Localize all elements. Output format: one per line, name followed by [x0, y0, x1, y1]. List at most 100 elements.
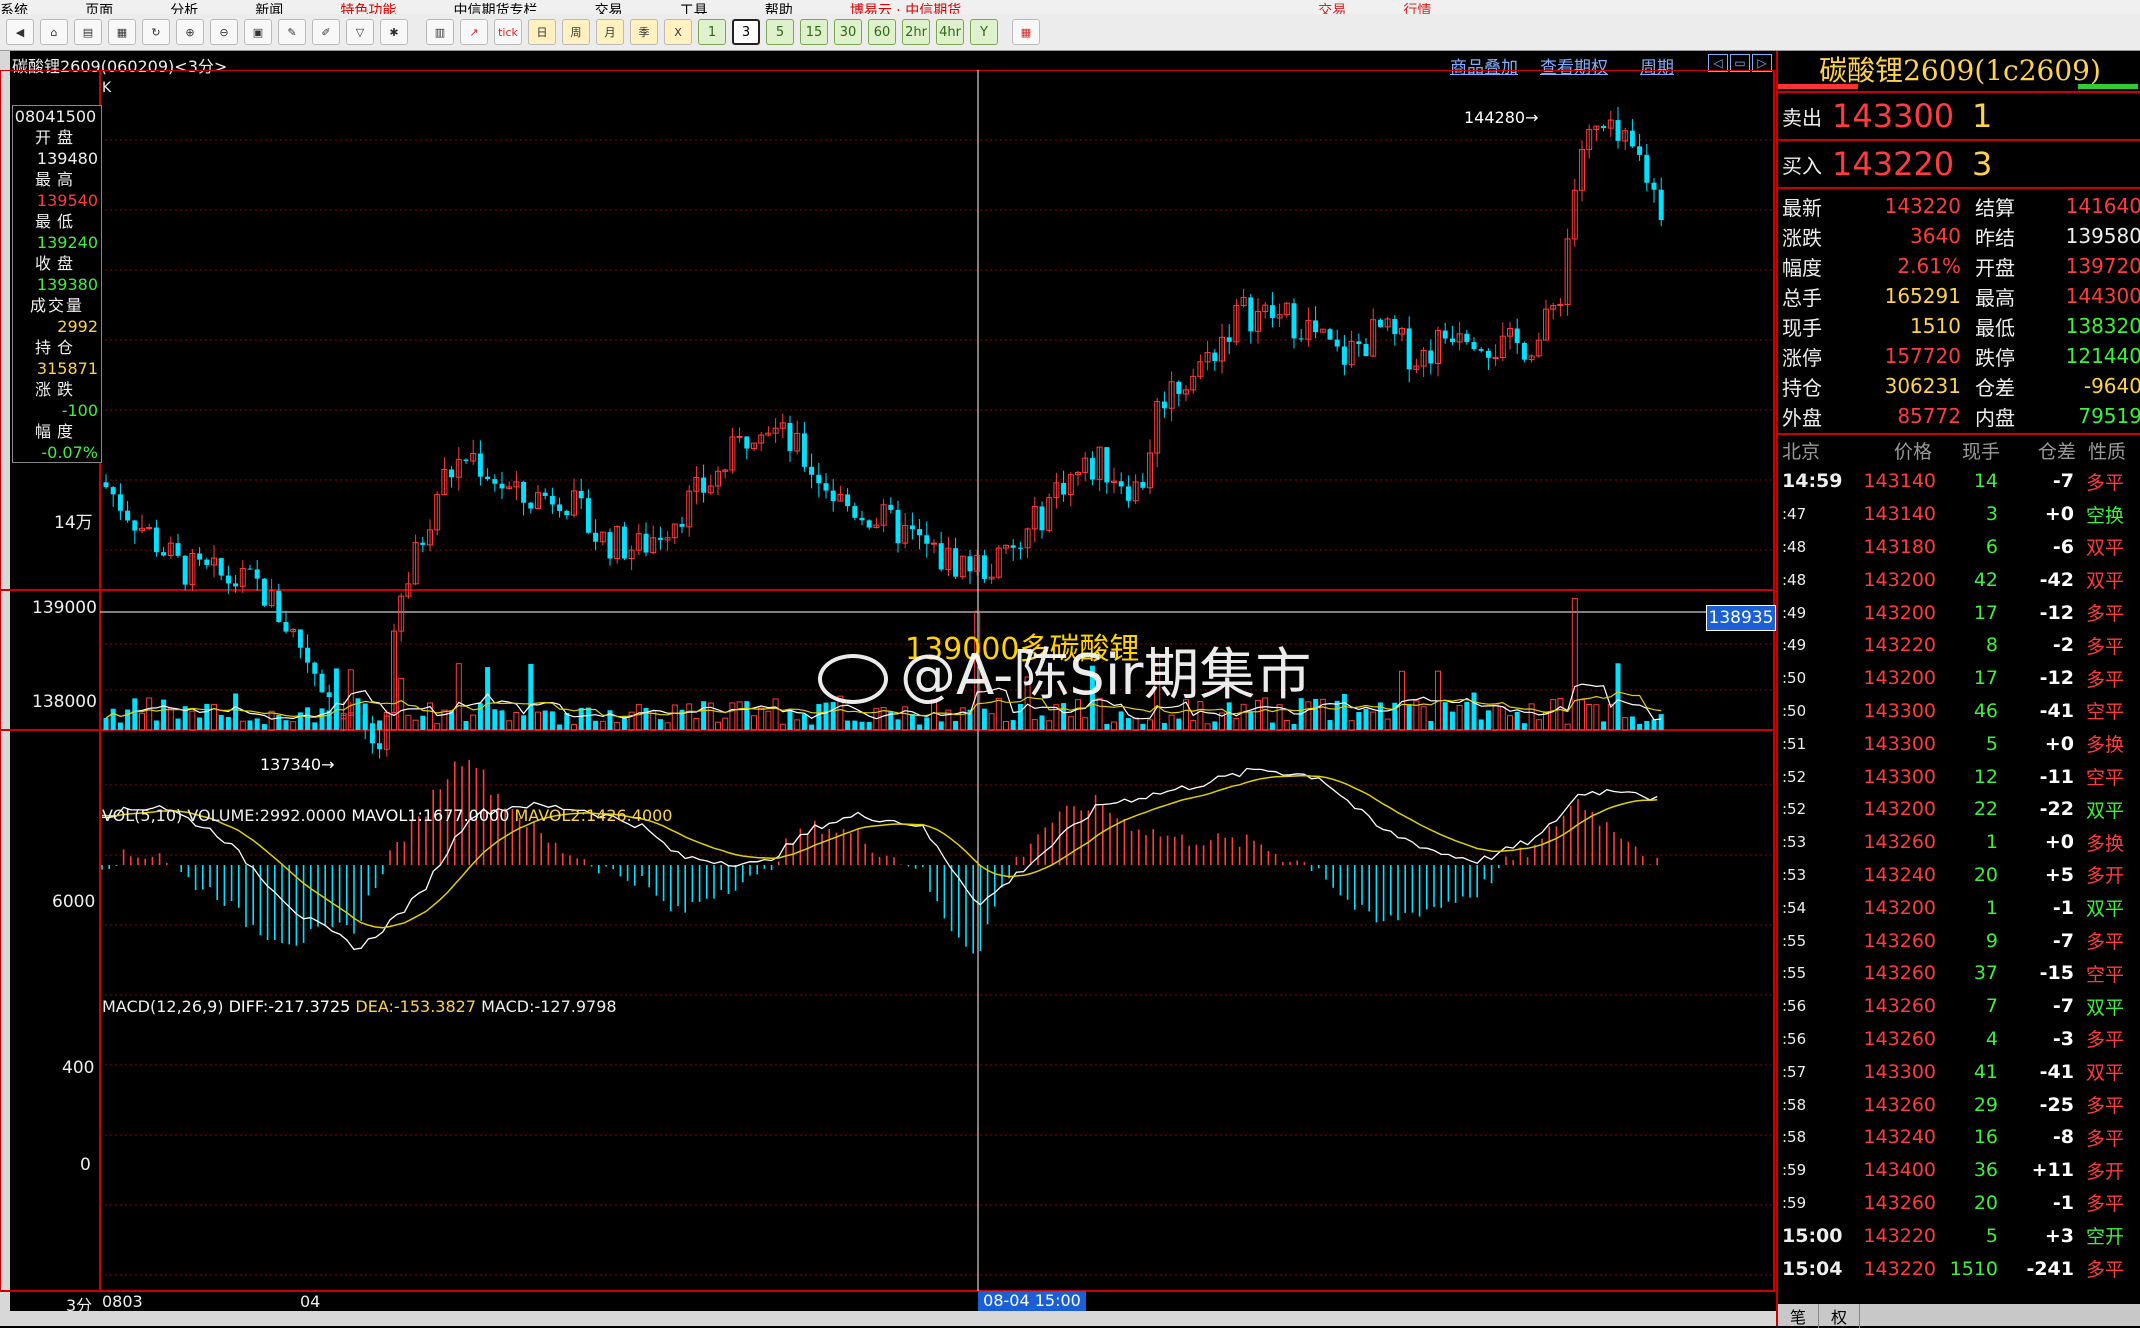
table-icon[interactable]: ▥ [426, 19, 454, 45]
tick-button[interactable]: tick [494, 19, 522, 45]
zoom-out-icon[interactable]: ⊖ [210, 19, 238, 45]
refresh-icon[interactable]: ↻ [142, 19, 170, 45]
paint-icon[interactable]: ✐ [312, 19, 340, 45]
menu-features[interactable]: 特色功能 [340, 4, 396, 14]
period-y-button[interactable]: Y [970, 19, 998, 45]
period-15-button[interactable]: 15 [800, 19, 828, 45]
month-button[interactable]: 月 [596, 19, 624, 45]
menu-news[interactable]: 新闻 [255, 4, 283, 14]
candle-body [809, 466, 815, 475]
tab-trades[interactable]: 笔 [1778, 1304, 1819, 1328]
tick-row[interactable]: :58 143240 16 -8 多平 [1778, 1121, 2140, 1154]
menu-trade[interactable]: 交易 [595, 4, 623, 14]
tick-row[interactable]: :59 143260 20 -1 多平 [1778, 1187, 2140, 1220]
volume-bar [1571, 598, 1578, 731]
tick-row[interactable]: :53 143260 1 +0 多换 [1778, 826, 2140, 859]
volume-bar [1521, 723, 1527, 730]
book-icon[interactable]: ▤ [74, 19, 102, 45]
filter-icon[interactable]: ▽ [346, 19, 374, 45]
volume-bar [751, 715, 757, 731]
macd-label: MACD(12,26,9) [102, 997, 224, 1016]
tick-nature: 多平 [2085, 1095, 2124, 1118]
tick-row[interactable]: :52 143300 12 -11 空平 [1778, 760, 2140, 793]
tick-row[interactable]: 15:04 143220 1510 -241 多平 [1778, 1252, 2140, 1285]
tick-row[interactable]: :55 143260 37 -15 空平 [1778, 957, 2140, 990]
tick-nature: 双平 [2085, 570, 2124, 593]
season-button[interactable]: 季 [630, 19, 658, 45]
calculator-icon[interactable]: ▦ [1012, 19, 1040, 45]
menu-help[interactable]: 帮助 [765, 4, 793, 14]
tick-row[interactable]: :53 143240 20 +5 多开 [1778, 859, 2140, 892]
news-icon[interactable]: ▦ [108, 19, 136, 45]
back-icon[interactable]: ◀ [6, 19, 34, 45]
period-3-button[interactable]: 3 [732, 19, 760, 45]
menu-page[interactable]: 页面 [85, 4, 113, 14]
pen-icon[interactable]: ✎ [278, 19, 306, 45]
watermark: @A-陈Sir期集市 [818, 630, 1311, 711]
x-button[interactable]: X [664, 19, 692, 45]
candle-body [1464, 333, 1470, 343]
menu-trade-btn[interactable]: 交易 [1318, 4, 1346, 14]
tick-row[interactable]: :58 143260 29 -25 多平 [1778, 1088, 2140, 1121]
period-2hr-button[interactable]: 2hr [902, 19, 930, 45]
tick-row[interactable]: :57 143300 41 -41 双平 [1778, 1055, 2140, 1088]
menu-system[interactable]: 系统 [0, 4, 28, 14]
tick-row[interactable]: 15:00 143220 5 +3 空开 [1778, 1219, 2140, 1252]
menu-cloud[interactable]: 博易云 · 中信期货 [850, 4, 961, 14]
period-30-button[interactable]: 30 [834, 19, 862, 45]
tick-row[interactable]: :59 143400 36 +11 多开 [1778, 1154, 2140, 1187]
volume-bar [1363, 708, 1369, 730]
volume-bar [1233, 717, 1240, 731]
tick-row[interactable]: :51 143300 5 +0 多换 [1778, 727, 2140, 760]
week-button[interactable]: 周 [562, 19, 590, 45]
menu-column[interactable]: 中信期货专栏 [453, 4, 537, 14]
tick-price: 143220 [1863, 634, 1936, 657]
day-button[interactable]: 日 [528, 19, 556, 45]
dea-line [101, 774, 1658, 929]
tick-row[interactable]: :56 143260 7 -7 双平 [1778, 990, 2140, 1023]
tick-row[interactable]: :54 143200 1 -1 双平 [1778, 891, 2140, 924]
period-60-button[interactable]: 60 [868, 19, 896, 45]
period-5-button[interactable]: 5 [766, 19, 794, 45]
tick-oi-change: +3 [2044, 1224, 2074, 1247]
tick-oi-change: -8 [2052, 1126, 2074, 1149]
tick-row[interactable]: :52 143200 22 -22 双平 [1778, 793, 2140, 826]
ticks-list[interactable]: 14:59 143140 14 -7 多平:47 143140 3 +0 空换:48 143180… [1778, 465, 2140, 1285]
volume-bar [146, 697, 153, 731]
tab-rights[interactable]: 权 [1819, 1304, 1860, 1328]
watermark-text: @A-陈Sir期集市 [900, 643, 1312, 708]
ask-row[interactable]: 卖出 143300 1 [1778, 93, 2140, 141]
tick-qty: 8 [1985, 634, 1998, 657]
tick-row[interactable]: :49 143220 8 -2 多平 [1778, 629, 2140, 662]
bid-row[interactable]: 买入 143220 3 [1778, 141, 2140, 189]
tick-row[interactable]: :49 143200 17 -12 多平 [1778, 596, 2140, 629]
tick-row[interactable]: :48 143180 6 -6 双平 [1778, 531, 2140, 564]
tick-price: 143300 [1863, 732, 1936, 755]
period-1-button[interactable]: 1 [698, 19, 726, 45]
menu-bar: 系统 页面 分析 新闻 特色功能 中信期货专栏 交易 工具 帮助 博易云 · 中… [0, 0, 2140, 14]
home-icon[interactable]: ⌂ [40, 19, 68, 45]
tick-row[interactable]: 14:59 143140 14 -7 多平 [1778, 465, 2140, 498]
tick-row[interactable]: :50 143300 46 -41 空平 [1778, 695, 2140, 728]
mavol1-value: MAVOL1:1677.0000 [351, 806, 510, 825]
menu-analysis[interactable]: 分析 [170, 4, 198, 14]
menu-quote-btn[interactable]: 行情 [1403, 4, 1431, 14]
tick-oi-change: -12 [2039, 601, 2074, 624]
tick-row[interactable]: :55 143260 9 -7 多平 [1778, 924, 2140, 957]
tick-row[interactable]: :48 143200 42 -42 双平 [1778, 563, 2140, 596]
volume-bar [664, 722, 671, 731]
line-chart-icon[interactable]: ↗ [460, 19, 488, 45]
window-icon[interactable]: ▣ [244, 19, 272, 45]
tick-row[interactable]: :47 143140 3 +0 空换 [1778, 498, 2140, 531]
tick-row[interactable]: :56 143260 4 -3 多平 [1778, 1023, 2140, 1056]
zoom-in-icon[interactable]: ⊕ [176, 19, 204, 45]
volume-bar [758, 707, 765, 731]
period-4hr-button[interactable]: 4hr [936, 19, 964, 45]
new-icon[interactable]: ✱ [380, 19, 408, 45]
tick-nature: 空开 [2085, 1226, 2124, 1249]
menu-tools[interactable]: 工具 [680, 4, 708, 14]
candle-body [557, 504, 563, 511]
tick-row[interactable]: :50 143200 17 -12 多平 [1778, 662, 2140, 695]
candle-body [276, 590, 282, 622]
volume-bar [1356, 712, 1362, 730]
